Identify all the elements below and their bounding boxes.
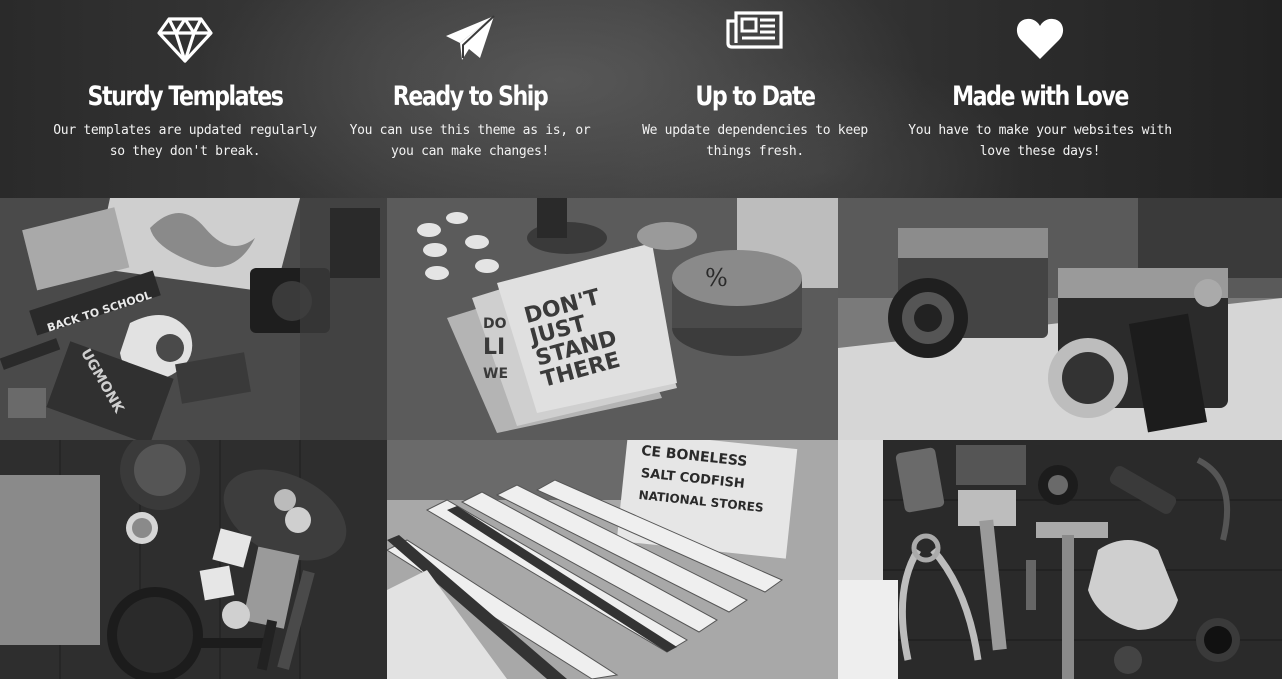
tools-photo [838,440,1282,679]
notebook-back-line: DO [483,316,507,332]
paper-plane-icon [335,0,605,70]
notebooks-photo: DON'T JUST STAND THERE DO LI WE % [387,198,838,440]
diamond-icon [50,0,320,70]
feature-made-with-love: Made with Love You have to make your web… [905,0,1175,162]
gallery-item-tools[interactable] [838,440,1282,679]
feature-ready-to-ship: Ready to Ship You can use this theme as … [335,0,605,162]
rulers-photo: CE BONELESS SALT CODFISH NATIONAL STORES [387,440,838,679]
gallery-item-notebooks[interactable]: DON'T JUST STAND THERE DO LI WE % [387,198,838,440]
features-section: Sturdy Templates Our templates are updat… [0,0,1282,198]
svg-text:%: % [705,264,728,292]
gallery-item-kitchen[interactable] [0,440,387,679]
flat-lay-photo: BACK TO SCHOOL UGMONK [0,198,387,440]
heart-icon [905,0,1175,70]
feature-text: You can use this theme as is, or you can… [349,123,591,159]
feature-up-to-date: Up to Date We update dependencies to kee… [620,0,890,162]
cameras-photo [838,198,1282,440]
notebook-back-line: LI [483,335,505,360]
newspaper-icon [620,0,890,70]
gallery-item-rulers[interactable]: CE BONELESS SALT CODFISH NATIONAL STORES [387,440,838,679]
gallery-item-cameras[interactable] [838,198,1282,440]
feature-title: Up to Date [695,81,816,112]
feature-title: Made with Love [952,81,1129,112]
kitchen-photo [0,440,387,679]
feature-title: Sturdy Templates [87,81,283,112]
feature-text: You have to make your websites with love… [908,123,1172,159]
feature-text: We update dependencies to keep things fr… [642,123,868,159]
gallery-item-flat-lay[interactable]: BACK TO SCHOOL UGMONK [0,198,387,440]
notebook-back-line: WE [483,366,508,382]
feature-title: Ready to Ship [392,81,549,112]
feature-text: Our templates are updated regularly so t… [53,123,317,159]
feature-sturdy-templates: Sturdy Templates Our templates are updat… [50,0,320,162]
